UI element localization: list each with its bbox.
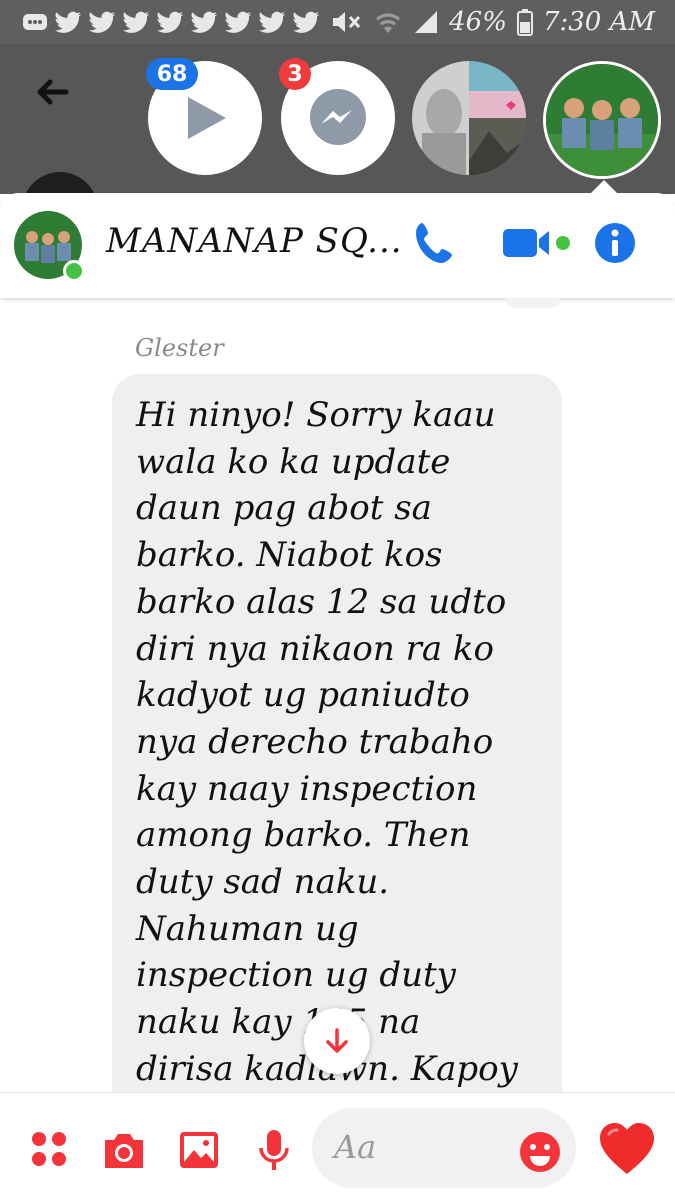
twitter-icon bbox=[191, 11, 217, 33]
sender-name: Glester bbox=[135, 334, 224, 362]
heart-icon[interactable] bbox=[597, 1120, 657, 1180]
status-bar: 46% 7:30 AM bbox=[0, 0, 675, 44]
twitter-icon bbox=[293, 11, 319, 33]
arrow-down-icon bbox=[326, 1028, 348, 1053]
apps-icon[interactable] bbox=[30, 1130, 68, 1168]
twitter-icon bbox=[123, 11, 149, 33]
camera-icon[interactable] bbox=[101, 1130, 147, 1170]
clock: 7:30 AM bbox=[542, 7, 655, 37]
group-chat-head[interactable] bbox=[543, 61, 661, 179]
twitter-icon bbox=[259, 11, 285, 33]
twitter-icon bbox=[225, 11, 251, 33]
mute-icon bbox=[333, 12, 361, 32]
message-input-placeholder: Aa bbox=[334, 1128, 377, 1166]
online-indicator bbox=[63, 260, 85, 282]
conversation-title[interactable]: MANANAP SQ... bbox=[106, 221, 403, 261]
microphone-icon[interactable] bbox=[257, 1128, 291, 1174]
video-call-icon[interactable] bbox=[501, 219, 573, 267]
gallery-icon[interactable] bbox=[178, 1130, 220, 1170]
twitter-icon bbox=[55, 11, 81, 33]
selected-head-pointer bbox=[590, 180, 618, 194]
messenger-icon bbox=[310, 89, 366, 145]
previous-message-edge bbox=[505, 298, 560, 308]
wifi-icon bbox=[376, 13, 401, 33]
play-icon bbox=[188, 97, 226, 139]
twitter-icon bbox=[157, 11, 183, 33]
group-photo-image bbox=[546, 64, 658, 176]
voice-call-icon[interactable] bbox=[412, 219, 460, 267]
back-arrow-icon[interactable] bbox=[32, 72, 72, 112]
scroll-to-bottom-button[interactable] bbox=[304, 1008, 370, 1074]
info-icon[interactable] bbox=[593, 219, 637, 267]
video-badge: 68 bbox=[146, 58, 198, 90]
contact-chat-head-photo[interactable] bbox=[412, 61, 526, 175]
signal-icon bbox=[415, 11, 438, 33]
conversation-header: MANANAP SQ... bbox=[0, 193, 675, 298]
battery-percentage: 46% bbox=[449, 7, 507, 37]
battery-icon bbox=[516, 9, 533, 36]
notification-icons bbox=[0, 11, 320, 33]
messenger-badge: 3 bbox=[279, 58, 311, 90]
contact-collage-image bbox=[412, 61, 526, 175]
message-text: Hi ninyo! Sorry kaau wala ko ka update d… bbox=[136, 395, 518, 1089]
messages-icon bbox=[23, 14, 47, 30]
emoji-icon[interactable] bbox=[518, 1130, 562, 1174]
twitter-icon bbox=[89, 11, 115, 33]
system-tray: 46% 7:30 AM bbox=[329, 0, 655, 44]
